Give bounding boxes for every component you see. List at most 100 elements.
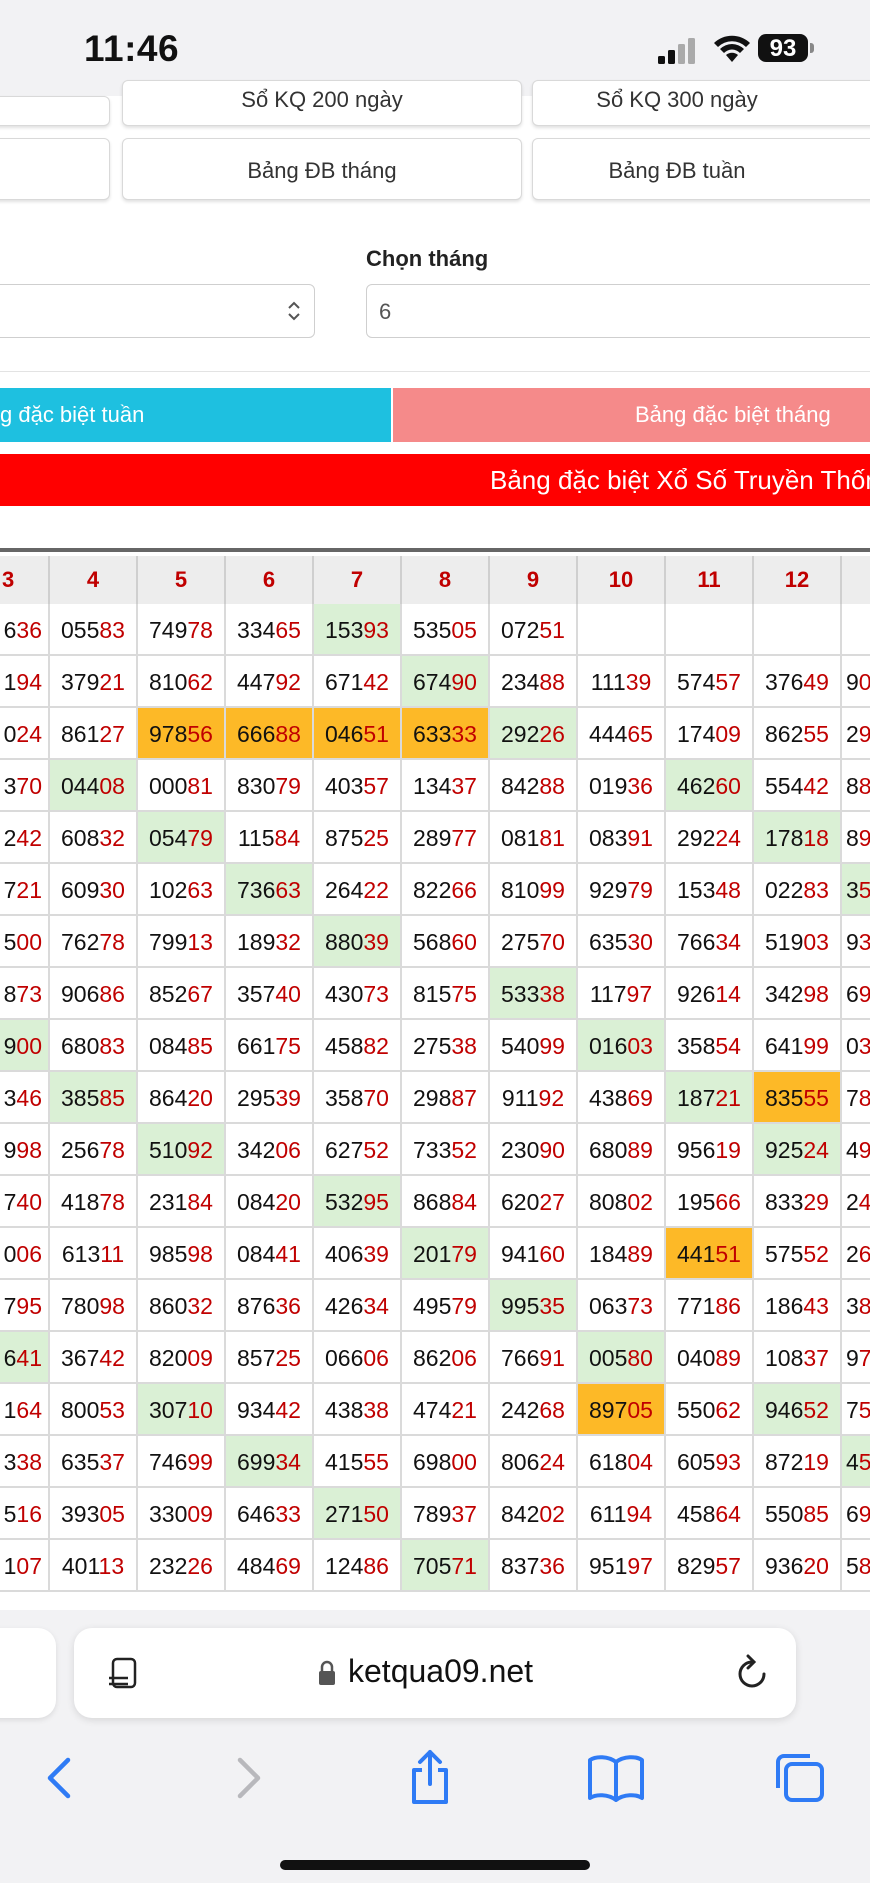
cell-head-digits: 906 bbox=[61, 981, 100, 1007]
table-cell: 68083 bbox=[50, 1020, 138, 1072]
table-cell: 01936 bbox=[578, 760, 666, 812]
table-cell: 40639 bbox=[314, 1228, 402, 1280]
tab-month[interactable]: Bảng đặc biệt tháng bbox=[393, 388, 870, 442]
cell-tail-digits: 41 bbox=[16, 1345, 42, 1371]
cell-tail-digits: 40 bbox=[16, 1189, 42, 1215]
bang-db-thang-button[interactable]: Bảng ĐB tháng bbox=[122, 138, 522, 200]
table-cell: 92979 bbox=[578, 864, 666, 916]
table-cell: 19566 bbox=[666, 1176, 754, 1228]
table-cell: 164 bbox=[0, 1384, 50, 1436]
nav-button-row1-left[interactable] bbox=[0, 96, 110, 126]
cell-head-digits: 066 bbox=[325, 1345, 364, 1371]
address-bar[interactable]: ketqua09.net bbox=[74, 1628, 796, 1718]
cell-head-digits: 934 bbox=[237, 1397, 276, 1423]
table-cell: 11797 bbox=[578, 968, 666, 1020]
cell-tail-digits: 5 bbox=[859, 877, 870, 903]
month-select[interactable]: 6 bbox=[366, 284, 870, 338]
nav-button-row2-left[interactable] bbox=[0, 138, 110, 200]
so-kq-300-button[interactable]: Sổ KQ 300 ngày bbox=[532, 80, 870, 126]
cell-head-digits: 8 bbox=[846, 773, 859, 799]
cell-tail-digits: 65 bbox=[627, 721, 653, 747]
banner: Bảng đặc biệt Xổ Số Truyền Thống bbox=[0, 454, 870, 506]
cell-tail-digits: 89 bbox=[715, 1345, 741, 1371]
cell-tail-digits: 8 bbox=[859, 1293, 870, 1319]
cell-head-digits: 810 bbox=[149, 669, 188, 695]
cell-head-digits: 0 bbox=[3, 1241, 17, 1267]
cell-tail-digits: 13 bbox=[187, 929, 213, 955]
table-cell: 27570 bbox=[490, 916, 578, 968]
share-icon[interactable] bbox=[400, 1748, 460, 1808]
cell-tail-digits: 57 bbox=[715, 1553, 741, 1579]
year-select[interactable] bbox=[0, 284, 315, 338]
forward-icon[interactable] bbox=[218, 1748, 278, 1808]
cell-tail-digits: 86 bbox=[715, 1293, 741, 1319]
tab-week[interactable]: g đặc biệt tuần bbox=[0, 388, 391, 442]
cell-tail-digits: 85 bbox=[187, 1033, 213, 1059]
table-cell: 90 bbox=[842, 656, 870, 708]
cell-tail-digits: 27 bbox=[99, 721, 125, 747]
table-cell: 17818 bbox=[754, 812, 842, 864]
table-cell: 87525 bbox=[314, 812, 402, 864]
cell-head-digits: 063 bbox=[589, 1293, 628, 1319]
cell-tail-digits: 81 bbox=[187, 773, 213, 799]
cell-tail-digits: 87 bbox=[451, 1085, 477, 1111]
table-cell: 23184 bbox=[138, 1176, 226, 1228]
table-cell: 56860 bbox=[402, 916, 490, 968]
cell-head-digits: 6 bbox=[3, 617, 17, 643]
cell-tail-digits: 06 bbox=[275, 1137, 301, 1163]
tabs-icon[interactable] bbox=[770, 1748, 830, 1808]
table-cell: 85267 bbox=[138, 968, 226, 1020]
status-time: 11:46 bbox=[84, 28, 180, 69]
cell-tail-digits: 42 bbox=[803, 773, 829, 799]
table-cell: 38585 bbox=[50, 1072, 138, 1124]
reload-icon[interactable] bbox=[734, 1654, 770, 1692]
table-cell: 78 bbox=[842, 1072, 870, 1124]
cell-head-digits: 674 bbox=[413, 669, 452, 695]
table-cell: 998 bbox=[0, 1124, 50, 1176]
cell-tail-digits: 88 bbox=[539, 773, 565, 799]
table-cell: 58 bbox=[842, 1540, 870, 1592]
cell-head-digits: 864 bbox=[149, 1085, 188, 1111]
table-cell: 83329 bbox=[754, 1176, 842, 1228]
cell-head-digits: 115 bbox=[237, 825, 275, 851]
cell-head-digits: 234 bbox=[501, 669, 540, 695]
back-icon[interactable] bbox=[30, 1748, 90, 1808]
cell-head-digits: 108 bbox=[765, 1345, 804, 1371]
cell-tail-digits: 82 bbox=[363, 1033, 389, 1059]
so-kq-200-button[interactable]: Sổ KQ 200 ngày bbox=[122, 80, 522, 126]
table-cell: 37649 bbox=[754, 656, 842, 708]
cell-tail-digits: 75 bbox=[275, 1033, 301, 1059]
cell-tail-digits: 40 bbox=[275, 981, 301, 1007]
cell-head-digits: 861 bbox=[61, 721, 100, 747]
table-cell: 08441 bbox=[226, 1228, 314, 1280]
table-cell: 82266 bbox=[402, 864, 490, 916]
cell-tail-digits: 98 bbox=[803, 981, 829, 1007]
cell-head-digits: 055 bbox=[61, 617, 100, 643]
previous-tab[interactable] bbox=[0, 1628, 56, 1718]
cell-tail-digits: 66 bbox=[715, 1189, 741, 1215]
table-cell: 80053 bbox=[50, 1384, 138, 1436]
cell-head-digits: 102 bbox=[149, 877, 188, 903]
cell-tail-digits: 69 bbox=[627, 1085, 653, 1111]
cell-head-digits: 860 bbox=[149, 1293, 188, 1319]
cell-head-digits: 830 bbox=[237, 773, 276, 799]
page-menu-icon[interactable] bbox=[108, 1656, 142, 1690]
cell-tail-digits: 32 bbox=[275, 929, 301, 955]
browser-toolbar: ketqua09.net bbox=[0, 1610, 870, 1883]
cell-head-digits: 9 bbox=[846, 929, 859, 955]
table-cell: 024 bbox=[0, 708, 50, 760]
cell-tail-digits: 34 bbox=[715, 929, 741, 955]
cell-tail-digits: 63 bbox=[275, 877, 301, 903]
table-cell: 88 bbox=[842, 760, 870, 812]
cell-head-digits: 833 bbox=[765, 1189, 804, 1215]
table-cell: 29226 bbox=[490, 708, 578, 760]
cell-head-digits: 680 bbox=[61, 1033, 100, 1059]
cell-head-digits: 418 bbox=[61, 1189, 100, 1215]
cell-tail-digits: 42 bbox=[16, 825, 42, 851]
cell-tail-digits: 49 bbox=[803, 669, 829, 695]
bang-db-tuan-button[interactable]: Bảng ĐB tuần bbox=[532, 138, 870, 200]
cell-head-digits: 699 bbox=[237, 1449, 276, 1475]
bookmarks-icon[interactable] bbox=[586, 1748, 646, 1808]
cell-head-digits: 746 bbox=[149, 1449, 188, 1475]
cell-tail-digits: 56 bbox=[187, 721, 213, 747]
